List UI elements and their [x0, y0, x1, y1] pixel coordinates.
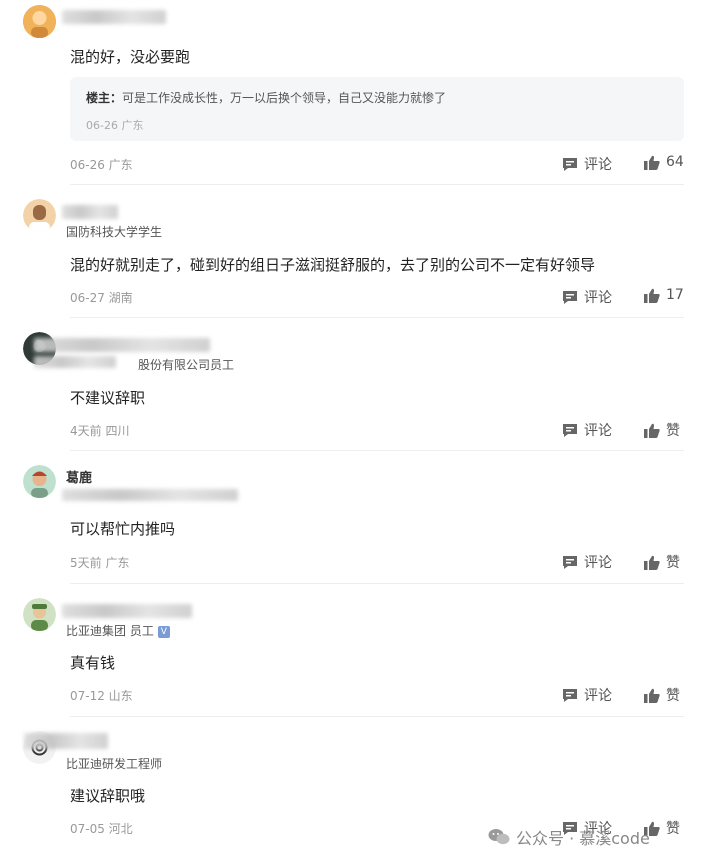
like-button[interactable]: 64 — [644, 154, 684, 170]
avatar[interactable] — [23, 465, 56, 498]
avatar[interactable] — [23, 5, 56, 38]
like-label: 赞 — [666, 688, 680, 704]
verified-icon: V — [157, 625, 170, 638]
comment-button[interactable]: 评论 — [562, 287, 612, 307]
comment-item: 葛鹿 可以帮忙内推吗 5天前 广东 评论 赞 — [0, 451, 709, 584]
comment-label: 评论 — [584, 555, 612, 571]
reply-text: 楼主：可是工作没成长性，万一以后换个领导，自己又没能力就惨了 — [86, 89, 446, 106]
avatar[interactable] — [23, 598, 56, 631]
comment-text: 建议辞职哦 — [70, 787, 146, 805]
comment-text: 可以帮忙内推吗 — [70, 520, 176, 538]
user-subtitle-text: 比亚迪集团 员工 — [66, 624, 154, 638]
reply-content: 可是工作没成长性，万一以后换个领导，自己又没能力就惨了 — [122, 91, 447, 105]
comment-meta: 07-05 河北 — [70, 822, 133, 836]
comment-icon — [563, 423, 577, 437]
reply-box: 楼主：可是工作没成长性，万一以后换个领导，自己又没能力就惨了 06-26 广东 — [70, 77, 684, 141]
comment-label: 评论 — [584, 688, 612, 704]
like-button[interactable]: 赞 — [644, 420, 680, 440]
thumbs-up-icon — [644, 555, 660, 570]
comment-text: 真有钱 — [70, 654, 116, 672]
comment-text: 混的好就别走了，碰到好的组日子滋润挺舒服的，去了别的公司不一定有好领导 — [70, 256, 596, 274]
reply-meta: 06-26 广东 — [86, 119, 144, 132]
like-label: 赞 — [666, 821, 680, 837]
comment-label: 评论 — [584, 157, 612, 173]
like-count: 17 — [666, 287, 684, 303]
comment-meta: 07-12 山东 — [70, 689, 133, 703]
thumbs-up-icon — [644, 288, 660, 303]
user-subtitle: 国防科技大学学生 — [66, 225, 163, 239]
username-blurred — [62, 10, 166, 24]
comment-item: 混的好，没必要跑 楼主：可是工作没成长性，万一以后换个领导，自己又没能力就惨了 … — [0, 0, 709, 185]
comment-button[interactable]: 评论 — [562, 420, 612, 440]
user-subtitle: 比亚迪集团 员工 V — [66, 622, 170, 639]
like-button[interactable]: 赞 — [644, 552, 680, 572]
watermark-text: 公众号 · 慕溪code — [516, 829, 650, 848]
comment-meta: 06-26 广东 — [70, 158, 133, 172]
wechat-icon — [488, 829, 510, 845]
comment-icon — [563, 555, 577, 569]
user-subtitle: 比亚迪研发工程师 — [66, 757, 163, 771]
like-label: 赞 — [666, 555, 680, 571]
watermark: 公众号 · 慕溪code — [488, 825, 650, 849]
company-blurred — [34, 356, 116, 368]
username-blurred — [34, 338, 210, 352]
comment-meta: 06-27 湖南 — [70, 291, 133, 305]
comment-item: 国防科技大学学生 混的好就别走了，碰到好的组日子滋润挺舒服的，去了别的公司不一定… — [0, 185, 709, 318]
comment-meta: 4天前 四川 — [70, 424, 130, 438]
thumbs-up-icon — [644, 688, 660, 703]
comment-item: 股份有限公司员工 不建议辞职 4天前 四川 评论 赞 — [0, 318, 709, 451]
company-blurred — [62, 489, 238, 501]
reply-author: 楼主： — [86, 91, 123, 105]
comment-label: 评论 — [584, 290, 612, 306]
username-blurred — [62, 604, 192, 618]
comment-text: 混的好，没必要跑 — [70, 48, 191, 66]
comment-label: 评论 — [584, 423, 612, 439]
comment-text: 不建议辞职 — [70, 389, 146, 407]
like-button[interactable]: 17 — [644, 287, 684, 303]
username-blurred — [62, 205, 118, 219]
comment-button[interactable]: 评论 — [562, 552, 612, 572]
like-label: 赞 — [666, 423, 680, 439]
like-count: 64 — [666, 154, 684, 170]
comment-meta: 5天前 广东 — [70, 556, 130, 570]
comment-button[interactable]: 评论 — [562, 154, 612, 174]
username-blurred — [24, 733, 108, 749]
comment-item: 比亚迪集团 员工 V 真有钱 07-12 山东 评论 赞 — [0, 584, 709, 717]
comment-button[interactable]: 评论 — [562, 685, 612, 705]
comment-icon — [563, 688, 577, 702]
avatar[interactable] — [23, 199, 56, 232]
thumbs-up-icon — [644, 155, 660, 170]
comment-icon — [563, 157, 577, 171]
user-subtitle: 股份有限公司员工 — [138, 358, 235, 372]
comment-icon — [563, 290, 577, 304]
thumbs-up-icon — [644, 423, 660, 438]
like-button[interactable]: 赞 — [644, 685, 680, 705]
username[interactable]: 葛鹿 — [66, 467, 92, 486]
